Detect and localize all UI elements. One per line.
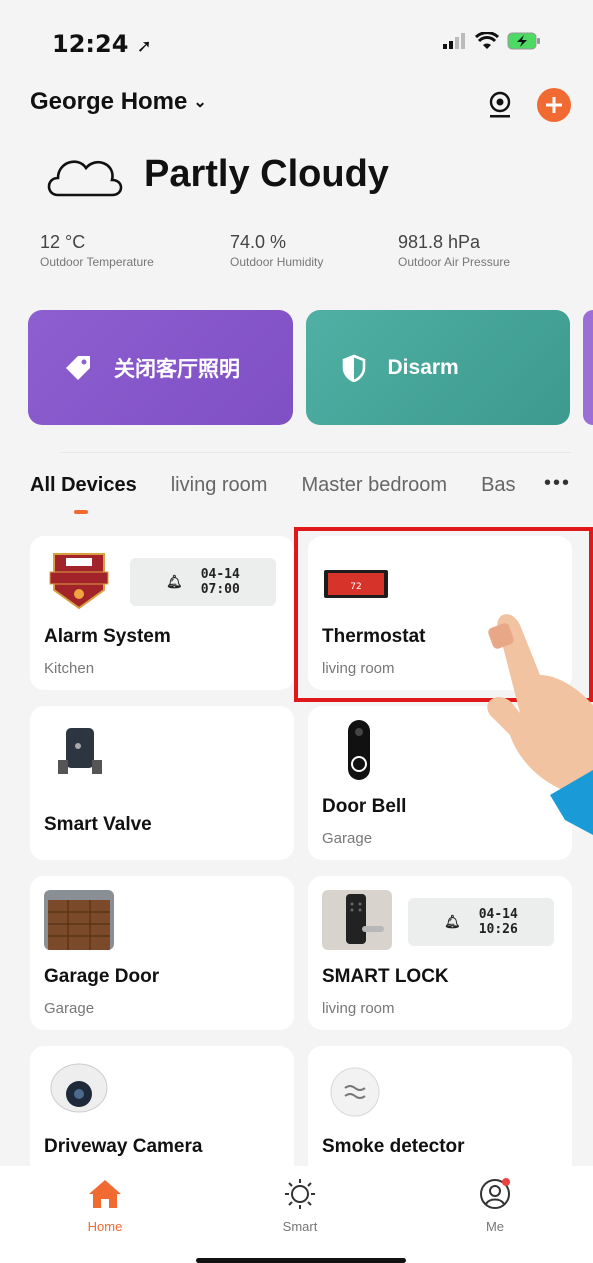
- nav-smart[interactable]: Smart: [255, 1178, 345, 1234]
- bell-icon: 🔔︎: [444, 914, 461, 930]
- weather-stats: 12 °C Outdoor Temperature 74.0 % Outdoor H…: [40, 232, 588, 269]
- more-tabs-icon[interactable]: •••: [544, 472, 571, 495]
- device-card-smart-lock[interactable]: 🔔︎ 04-14 10:26 SMART LOCK living room: [308, 876, 572, 1030]
- door-bell-image: [322, 720, 392, 780]
- room-tabs: All Devices living room Master bedroom B…: [30, 472, 571, 514]
- scene-shortcuts: 关闭客厅照明 Disarm: [28, 310, 593, 425]
- device-card-alarm-system[interactable]: 🔔︎ 04-14 07:00 Alarm System Kitchen: [30, 536, 294, 690]
- alarm-last-event-badge: 🔔︎ 04-14 07:00: [130, 558, 276, 606]
- user-icon: [480, 1178, 510, 1209]
- camera-icon[interactable]: [487, 91, 513, 119]
- tag-icon: [66, 355, 90, 380]
- app-screen: 12:24 ➚ George Home ⌄ Partly Cloudy 12 °C…: [0, 0, 593, 1263]
- bell-icon: 🔔︎: [166, 574, 183, 590]
- sun-icon: [285, 1179, 315, 1209]
- bottom-navigation: Home Smart Me: [0, 1166, 593, 1263]
- status-time: 12:24 ➚: [52, 30, 152, 58]
- status-bar: 12:24 ➚: [0, 0, 593, 80]
- tab-living-room[interactable]: living room: [171, 474, 268, 497]
- weather-summary: Partly Cloudy: [44, 150, 389, 198]
- driveway-camera-image: [44, 1060, 114, 1120]
- nav-me[interactable]: Me: [450, 1178, 540, 1234]
- battery-charging-icon: [507, 32, 540, 50]
- home-name: George Home: [30, 88, 188, 115]
- stat-temperature: 12 °C Outdoor Temperature: [40, 232, 154, 269]
- svg-text:72: 72: [350, 582, 361, 592]
- cloud-icon: [47, 160, 123, 197]
- tab-basement[interactable]: Bas: [481, 474, 515, 497]
- home-icon: [89, 1180, 121, 1208]
- nav-home[interactable]: Home: [60, 1178, 150, 1234]
- home-indicator: [196, 1258, 406, 1263]
- alarm-system-image: [44, 550, 114, 610]
- garage-door-image: [44, 890, 114, 950]
- device-card-thermostat[interactable]: 72 Thermostat living room: [308, 536, 572, 690]
- scene-next-peek[interactable]: [583, 310, 593, 425]
- shield-icon: [342, 354, 365, 382]
- stat-humidity: 74.0 % Outdoor Humidity: [230, 232, 324, 269]
- status-icons: [443, 32, 541, 50]
- smoke-detector-image: [322, 1060, 392, 1120]
- device-card-garage-door[interactable]: Garage Door Garage: [30, 876, 294, 1030]
- scene-lights-off-button[interactable]: 关闭客厅照明: [28, 310, 293, 425]
- device-card-smart-valve[interactable]: Smart Valve: [30, 706, 294, 860]
- chevron-down-icon: ⌄: [193, 94, 207, 111]
- home-header: George Home ⌄: [30, 88, 571, 124]
- add-icon[interactable]: [537, 88, 571, 122]
- tab-master-bedroom[interactable]: Master bedroom: [301, 474, 447, 497]
- thermostat-image: 72: [322, 550, 392, 610]
- smart-valve-image: [44, 720, 114, 780]
- device-card-door-bell[interactable]: Door Bell Garage: [308, 706, 572, 860]
- tab-all-devices[interactable]: All Devices: [30, 474, 137, 514]
- wifi-icon: [475, 32, 499, 49]
- lock-last-event-badge: 🔔︎ 04-14 10:26: [408, 898, 554, 946]
- cellular-signal-icon: [443, 33, 465, 49]
- scene-disarm-button[interactable]: Disarm: [305, 310, 571, 425]
- divider: [60, 452, 571, 453]
- weather-condition: Partly Cloudy: [144, 152, 389, 195]
- smart-lock-image: [322, 890, 392, 950]
- stat-pressure: 981.8 hPa Outdoor Air Pressure: [398, 232, 511, 269]
